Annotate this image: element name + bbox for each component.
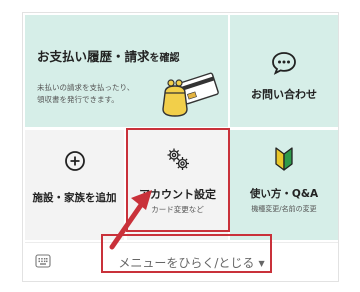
- gears-icon: [167, 148, 189, 170]
- account-settings-tile[interactable]: アカウント設定 カード変更など: [127, 130, 228, 240]
- usage-qa-tile[interactable]: 使い方・Q&A 機種変更/名前の変更: [230, 130, 338, 240]
- payment-history-tile[interactable]: お支払い履歴・請求を確認 未払いの請求を支払ったり、 領収書を発行できます。: [25, 15, 228, 127]
- payment-desc-line2: 領収書を発行できます。: [37, 95, 119, 104]
- menu-toggle-button[interactable]: メニューをひらく/とじる ▼: [25, 254, 338, 271]
- payment-title-suffix: を確認: [149, 53, 180, 64]
- add-facility-tile[interactable]: 施設・家族を追加: [25, 130, 124, 240]
- usage-qa-label: 使い方・Q&A: [249, 188, 319, 200]
- account-settings-label: アカウント設定: [139, 188, 216, 201]
- contact-label: お問い合わせ: [251, 88, 317, 101]
- caret-down-icon: ▼: [258, 259, 265, 268]
- payment-history-title: お支払い履歴・請求を確認: [37, 46, 180, 65]
- payment-desc-line1: 未払いの請求を支払ったり、: [37, 83, 135, 92]
- payment-history-description: 未払いの請求を支払ったり、 領収書を発行できます。: [37, 82, 157, 106]
- usage-qa-sub: 機種変更/名前の変更: [251, 205, 317, 213]
- wallet-card-icon: [162, 72, 219, 117]
- rich-menu-panel: お支払い履歴・請求を確認 未払いの請求を支払ったり、 領収書を発行できます。 お…: [22, 12, 339, 282]
- menu-toggle-label: メニューをひらく/とじる: [118, 256, 255, 270]
- contact-tile[interactable]: お問い合わせ: [230, 15, 338, 127]
- speech-bubble-icon: [272, 52, 296, 75]
- plus-circle-icon: [64, 151, 85, 171]
- payment-title-main: お支払い履歴・請求: [37, 49, 150, 64]
- add-facility-label: 施設・家族を追加: [32, 192, 117, 204]
- beginner-mark-icon: [275, 147, 293, 171]
- rich-menu-bar: メニューをひらく/とじる ▼: [25, 242, 338, 280]
- account-settings-sub: カード変更など: [151, 205, 204, 214]
